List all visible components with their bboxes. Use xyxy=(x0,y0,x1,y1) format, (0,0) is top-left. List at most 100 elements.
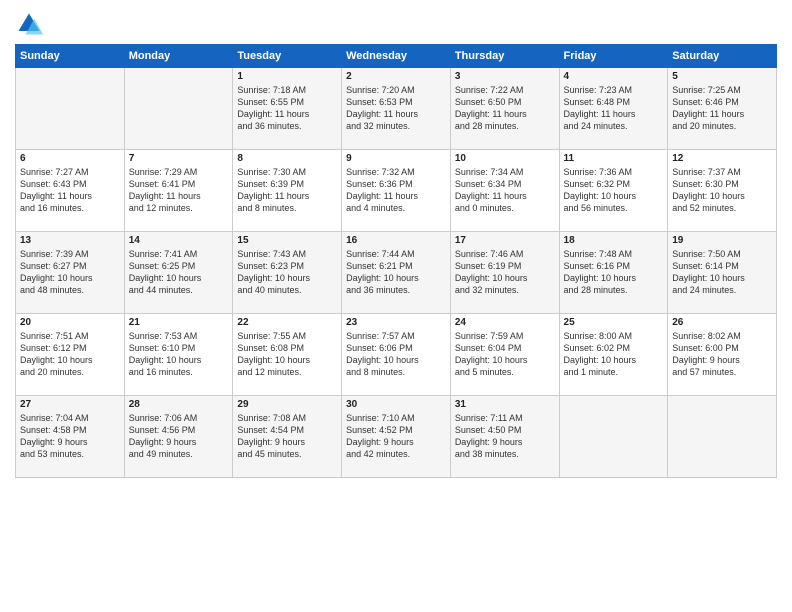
calendar-cell: 30 Sunrise: 7:10 AM Sunset: 4:52 PM Dayli… xyxy=(342,396,451,478)
day-info: Sunrise: 7:22 AM Sunset: 6:50 PM Dayligh… xyxy=(455,84,555,133)
day-info: Sunrise: 7:32 AM Sunset: 6:36 PM Dayligh… xyxy=(346,166,446,215)
day-info: Sunrise: 7:25 AM Sunset: 6:46 PM Dayligh… xyxy=(672,84,772,133)
calendar-table: SundayMondayTuesdayWednesdayThursdayFrid… xyxy=(15,44,777,478)
day-info: Sunrise: 7:30 AM Sunset: 6:39 PM Dayligh… xyxy=(237,166,337,215)
day-number: 23 xyxy=(346,317,446,328)
day-number: 27 xyxy=(20,399,120,410)
day-info: Sunrise: 7:43 AM Sunset: 6:23 PM Dayligh… xyxy=(237,248,337,297)
day-info: Sunrise: 8:02 AM Sunset: 6:00 PM Dayligh… xyxy=(672,330,772,379)
calendar-cell: 9 Sunrise: 7:32 AM Sunset: 6:36 PM Daylig… xyxy=(342,150,451,232)
day-number: 9 xyxy=(346,153,446,164)
day-info: Sunrise: 7:55 AM Sunset: 6:08 PM Dayligh… xyxy=(237,330,337,379)
calendar-cell: 2 Sunrise: 7:20 AM Sunset: 6:53 PM Daylig… xyxy=(342,68,451,150)
day-number: 12 xyxy=(672,153,772,164)
calendar-cell: 19 Sunrise: 7:50 AM Sunset: 6:14 PM Dayli… xyxy=(668,232,777,314)
page: SundayMondayTuesdayWednesdayThursdayFrid… xyxy=(0,0,792,612)
calendar-cell: 14 Sunrise: 7:41 AM Sunset: 6:25 PM Dayli… xyxy=(124,232,233,314)
weekday-header-friday: Friday xyxy=(559,45,668,68)
day-info: Sunrise: 7:27 AM Sunset: 6:43 PM Dayligh… xyxy=(20,166,120,215)
calendar-cell: 5 Sunrise: 7:25 AM Sunset: 6:46 PM Daylig… xyxy=(668,68,777,150)
day-number: 28 xyxy=(129,399,229,410)
calendar-cell: 16Sunrise: 7:44 AM Sunset: 6:21 PM Dayli… xyxy=(342,232,451,314)
day-number: 26 xyxy=(672,317,772,328)
day-number: 8 xyxy=(237,153,337,164)
calendar-cell: 29Sunrise: 7:08 AM Sunset: 4:54 PM Dayli… xyxy=(233,396,342,478)
day-info: Sunrise: 7:57 AM Sunset: 6:06 PM Dayligh… xyxy=(346,330,446,379)
day-number: 13 xyxy=(20,235,120,246)
day-info: Sunrise: 7:48 AM Sunset: 6:16 PM Dayligh… xyxy=(564,248,664,297)
day-number: 10 xyxy=(455,153,555,164)
calendar-cell: 3Sunrise: 7:22 AM Sunset: 6:50 PM Daylig… xyxy=(450,68,559,150)
day-info: Sunrise: 7:23 AM Sunset: 6:48 PM Dayligh… xyxy=(564,84,664,133)
calendar-cell: 11 Sunrise: 7:36 AM Sunset: 6:32 PM Dayli… xyxy=(559,150,668,232)
calendar-cell: 4Sunrise: 7:23 AM Sunset: 6:48 PM Daylig… xyxy=(559,68,668,150)
week-row-2: 6Sunrise: 7:27 AM Sunset: 6:43 PM Daylig… xyxy=(16,150,777,232)
weekday-header-monday: Monday xyxy=(124,45,233,68)
day-number: 18 xyxy=(564,235,664,246)
day-info: Sunrise: 7:51 AM Sunset: 6:12 PM Dayligh… xyxy=(20,330,120,379)
calendar-cell: 1Sunrise: 7:18 AM Sunset: 6:55 PM Daylig… xyxy=(233,68,342,150)
calendar-cell: 23 Sunrise: 7:57 AM Sunset: 6:06 PM Dayli… xyxy=(342,314,451,396)
calendar-cell: 13 Sunrise: 7:39 AM Sunset: 6:27 PM Dayli… xyxy=(16,232,125,314)
header xyxy=(15,10,777,38)
day-info: Sunrise: 7:20 AM Sunset: 6:53 PM Dayligh… xyxy=(346,84,446,133)
week-row-1: 1Sunrise: 7:18 AM Sunset: 6:55 PM Daylig… xyxy=(16,68,777,150)
day-number: 21 xyxy=(129,317,229,328)
calendar-cell: 7 Sunrise: 7:29 AM Sunset: 6:41 PM Daylig… xyxy=(124,150,233,232)
calendar-cell: 15 Sunrise: 7:43 AM Sunset: 6:23 PM Dayli… xyxy=(233,232,342,314)
weekday-header-tuesday: Tuesday xyxy=(233,45,342,68)
day-number: 2 xyxy=(346,71,446,82)
day-number: 5 xyxy=(672,71,772,82)
week-row-4: 20Sunrise: 7:51 AM Sunset: 6:12 PM Dayli… xyxy=(16,314,777,396)
calendar-cell: 26 Sunrise: 8:02 AM Sunset: 6:00 PM Dayli… xyxy=(668,314,777,396)
day-info: Sunrise: 7:29 AM Sunset: 6:41 PM Dayligh… xyxy=(129,166,229,215)
calendar-cell: 31 Sunrise: 7:11 AM Sunset: 4:50 PM Dayli… xyxy=(450,396,559,478)
weekday-header-sunday: Sunday xyxy=(16,45,125,68)
day-number: 7 xyxy=(129,153,229,164)
calendar-cell xyxy=(668,396,777,478)
calendar-cell: 24Sunrise: 7:59 AM Sunset: 6:04 PM Dayli… xyxy=(450,314,559,396)
logo xyxy=(15,10,47,38)
calendar-cell: 6Sunrise: 7:27 AM Sunset: 6:43 PM Daylig… xyxy=(16,150,125,232)
day-info: Sunrise: 7:36 AM Sunset: 6:32 PM Dayligh… xyxy=(564,166,664,215)
day-info: Sunrise: 7:46 AM Sunset: 6:19 PM Dayligh… xyxy=(455,248,555,297)
weekday-header-wednesday: Wednesday xyxy=(342,45,451,68)
day-number: 31 xyxy=(455,399,555,410)
day-info: Sunrise: 7:06 AM Sunset: 4:56 PM Dayligh… xyxy=(129,412,229,461)
calendar-cell xyxy=(124,68,233,150)
day-number: 17 xyxy=(455,235,555,246)
day-number: 11 xyxy=(564,153,664,164)
day-info: Sunrise: 7:59 AM Sunset: 6:04 PM Dayligh… xyxy=(455,330,555,379)
calendar-cell: 8 Sunrise: 7:30 AM Sunset: 6:39 PM Daylig… xyxy=(233,150,342,232)
day-info: Sunrise: 7:18 AM Sunset: 6:55 PM Dayligh… xyxy=(237,84,337,133)
day-info: Sunrise: 7:11 AM Sunset: 4:50 PM Dayligh… xyxy=(455,412,555,461)
calendar-cell: 22 Sunrise: 7:55 AM Sunset: 6:08 PM Dayli… xyxy=(233,314,342,396)
day-info: Sunrise: 7:44 AM Sunset: 6:21 PM Dayligh… xyxy=(346,248,446,297)
week-row-3: 13 Sunrise: 7:39 AM Sunset: 6:27 PM Dayli… xyxy=(16,232,777,314)
calendar-cell: 12Sunrise: 7:37 AM Sunset: 6:30 PM Dayli… xyxy=(668,150,777,232)
day-number: 14 xyxy=(129,235,229,246)
day-info: Sunrise: 7:53 AM Sunset: 6:10 PM Dayligh… xyxy=(129,330,229,379)
day-info: Sunrise: 7:39 AM Sunset: 6:27 PM Dayligh… xyxy=(20,248,120,297)
week-row-5: 27 Sunrise: 7:04 AM Sunset: 4:58 PM Dayli… xyxy=(16,396,777,478)
day-number: 15 xyxy=(237,235,337,246)
day-info: Sunrise: 7:41 AM Sunset: 6:25 PM Dayligh… xyxy=(129,248,229,297)
calendar-cell: 10Sunrise: 7:34 AM Sunset: 6:34 PM Dayli… xyxy=(450,150,559,232)
day-info: Sunrise: 7:10 AM Sunset: 4:52 PM Dayligh… xyxy=(346,412,446,461)
logo-icon xyxy=(15,10,43,38)
day-info: Sunrise: 7:04 AM Sunset: 4:58 PM Dayligh… xyxy=(20,412,120,461)
calendar-cell: 18 Sunrise: 7:48 AM Sunset: 6:16 PM Dayli… xyxy=(559,232,668,314)
day-number: 30 xyxy=(346,399,446,410)
calendar-cell: 17 Sunrise: 7:46 AM Sunset: 6:19 PM Dayli… xyxy=(450,232,559,314)
calendar-cell xyxy=(559,396,668,478)
calendar-cell: 25Sunrise: 8:00 AM Sunset: 6:02 PM Dayli… xyxy=(559,314,668,396)
calendar-cell: 27 Sunrise: 7:04 AM Sunset: 4:58 PM Dayli… xyxy=(16,396,125,478)
day-number: 19 xyxy=(672,235,772,246)
weekday-header-thursday: Thursday xyxy=(450,45,559,68)
calendar-cell: 20Sunrise: 7:51 AM Sunset: 6:12 PM Dayli… xyxy=(16,314,125,396)
day-number: 25 xyxy=(564,317,664,328)
day-number: 22 xyxy=(237,317,337,328)
weekday-header-row: SundayMondayTuesdayWednesdayThursdayFrid… xyxy=(16,45,777,68)
calendar-cell: 28 Sunrise: 7:06 AM Sunset: 4:56 PM Dayli… xyxy=(124,396,233,478)
day-info: Sunrise: 7:50 AM Sunset: 6:14 PM Dayligh… xyxy=(672,248,772,297)
